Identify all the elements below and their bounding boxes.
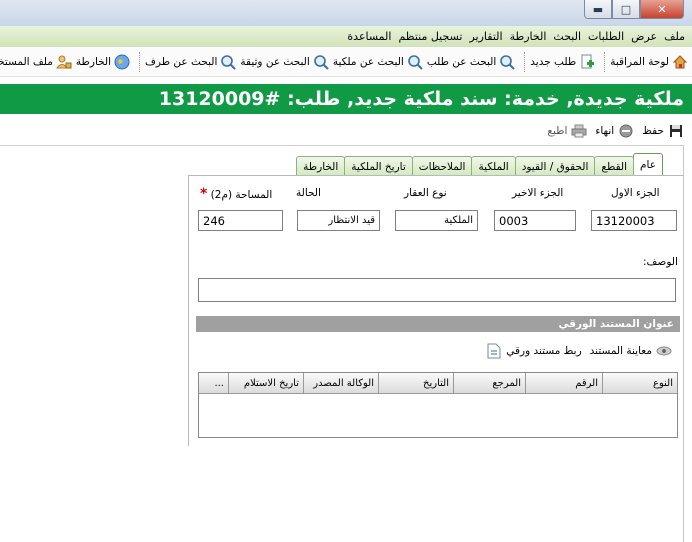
toolbar-separator <box>139 52 141 72</box>
search-request-button[interactable]: البحث عن طلب <box>427 54 515 70</box>
toolbar-separator <box>604 52 606 72</box>
status-field[interactable]: قيد الانتظار <box>297 210 380 231</box>
paper-document-actions: معاينة المستند ربط مستند ورقي <box>196 340 680 362</box>
tab-rights-restrictions[interactable]: الحقوق / القيود <box>514 156 596 176</box>
action-bar: حفظ انهاء اطبع <box>0 117 692 146</box>
property-type-label: نوع العقار <box>404 187 447 199</box>
main-toolbar: لوحة المراقبة طلب جديد البحث عن طلب البح… <box>0 48 692 77</box>
page-title: ملكية جديدة, خدمة: سند ملكية جديد, طلب: … <box>158 88 684 110</box>
menu-reports[interactable]: التقارير <box>469 30 502 43</box>
document-link-icon <box>486 343 502 359</box>
part-last-input[interactable]: 0003 <box>494 210 576 231</box>
home-icon <box>672 54 688 70</box>
finish-button[interactable]: انهاء <box>595 123 634 139</box>
stop-icon <box>618 123 634 139</box>
search-icon <box>313 54 329 70</box>
eye-icon <box>656 343 672 359</box>
print-label: اطبع <box>547 125 568 137</box>
tab-strip: عام القطع الحقوق / القيود الملكية الملاح… <box>296 152 663 176</box>
area-input[interactable]: 246 <box>198 210 283 231</box>
preview-document-label: معاينة المستند <box>589 345 652 357</box>
paper-documents-table: النوع الرقم المرجع التاريخ الوكالة المصد… <box>198 372 678 438</box>
printer-icon <box>571 123 587 139</box>
user-file-button[interactable]: ملف المستخدم <box>0 54 72 70</box>
column-header-date[interactable]: التاريخ <box>378 373 453 393</box>
search-property-button[interactable]: البحث عن ملكية <box>333 54 423 70</box>
required-marker: * <box>200 186 208 202</box>
search-icon <box>407 54 423 70</box>
right-scroll-edge[interactable] <box>683 145 692 542</box>
part-first-label: الجزء الاول <box>611 187 660 199</box>
tab-parcels[interactable]: القطع <box>594 156 635 176</box>
window-titlebar: ▬ □ ✕ <box>0 0 692 26</box>
column-header-receipt-date[interactable]: تاريخ الاستلام <box>228 373 303 393</box>
part-first-input[interactable]: 13120003 <box>591 210 677 231</box>
panel-top-border <box>188 175 684 176</box>
menu-search[interactable]: البحث <box>553 30 581 43</box>
print-button[interactable]: اطبع <box>547 123 587 139</box>
preview-document-button[interactable]: معاينة المستند <box>590 343 672 359</box>
search-party-button[interactable]: البحث عن طرف <box>145 54 237 70</box>
finish-label: انهاء <box>595 125 615 137</box>
dashboard-button[interactable]: لوحة المراقبة <box>610 54 688 70</box>
search-request-label: البحث عن طلب <box>426 56 497 68</box>
new-request-button[interactable]: طلب جديد <box>530 54 595 70</box>
link-paper-document-button[interactable]: ربط مستند ورقي <box>482 343 582 359</box>
menu-map[interactable]: الخارطة <box>510 30 547 43</box>
menu-file[interactable]: ملف <box>664 30 685 43</box>
tab-map[interactable]: الخارطة <box>296 156 346 176</box>
toolbar-separator <box>524 52 526 72</box>
search-icon <box>220 54 237 70</box>
column-header-type[interactable]: النوع <box>602 373 677 393</box>
menu-view[interactable]: عرض <box>631 30 657 43</box>
table-header-row: النوع الرقم المرجع التاريخ الوكالة المصد… <box>199 373 677 394</box>
new-request-icon <box>579 54 595 70</box>
column-header-source-agency[interactable]: الوكالة المصدر <box>303 373 378 393</box>
menu-help[interactable]: المساعدة <box>347 30 391 43</box>
globe-icon <box>114 54 130 70</box>
map-label: الخارطة <box>75 56 112 68</box>
area-label-group: المساحة (م2) * <box>200 186 272 202</box>
user-file-label: ملف المستخدم <box>0 56 53 68</box>
menu-bar: ملف عرض الطلبات البحث الخارطة التقارير ت… <box>0 26 692 47</box>
description-label: الوصف: <box>643 256 678 268</box>
column-header-number[interactable]: الرقم <box>525 373 602 393</box>
description-input[interactable] <box>198 278 676 302</box>
tab-general[interactable]: عام <box>633 153 663 176</box>
tab-ownership-history[interactable]: تاريخ الملكية <box>344 156 413 176</box>
minimize-icon[interactable]: ▬ <box>584 0 612 19</box>
maximize-icon[interactable]: □ <box>612 0 640 19</box>
user-lock-icon <box>55 54 72 70</box>
map-button[interactable]: الخارطة <box>76 54 130 70</box>
tab-ownership[interactable]: الملكية <box>471 156 516 176</box>
property-type-field[interactable]: الملكية <box>395 210 478 231</box>
window-controls: ▬ □ ✕ <box>584 0 684 19</box>
menu-requests[interactable]: الطلبات <box>588 30 624 43</box>
save-label: حفظ <box>642 125 664 137</box>
link-paper-document-label: ربط مستند ورقي <box>506 345 582 357</box>
part-last-label: الجزء الاخير <box>512 187 564 199</box>
status-label: الحالة <box>296 187 321 199</box>
menu-regular-registration[interactable]: تسجيل منتظم <box>398 30 462 43</box>
search-document-button[interactable]: البحث عن وثيقة <box>240 54 329 70</box>
paper-document-section-title: عنوان المستند الورقي <box>558 318 675 330</box>
close-icon[interactable]: ✕ <box>640 0 684 19</box>
column-header-reference[interactable]: المرجع <box>453 373 525 393</box>
dashboard-label: لوحة المراقبة <box>610 56 669 68</box>
new-request-label: طلب جديد <box>530 56 577 68</box>
save-button[interactable]: حفظ <box>642 123 684 139</box>
search-party-label: البحث عن طرف <box>145 56 218 68</box>
area-label: المساحة (م2) <box>210 189 273 201</box>
tab-notes[interactable]: الملاحظات <box>411 156 473 176</box>
search-document-label: البحث عن وثيقة <box>240 56 310 68</box>
page-title-banner: ملكية جديدة, خدمة: سند ملكية جديد, طلب: … <box>0 84 692 114</box>
paper-document-section-header: عنوان المستند الورقي <box>196 316 680 332</box>
floppy-disk-icon <box>668 123 684 139</box>
search-property-label: البحث عن ملكية <box>332 56 404 68</box>
column-header-more[interactable]: ... <box>201 373 228 393</box>
search-icon <box>499 54 515 70</box>
